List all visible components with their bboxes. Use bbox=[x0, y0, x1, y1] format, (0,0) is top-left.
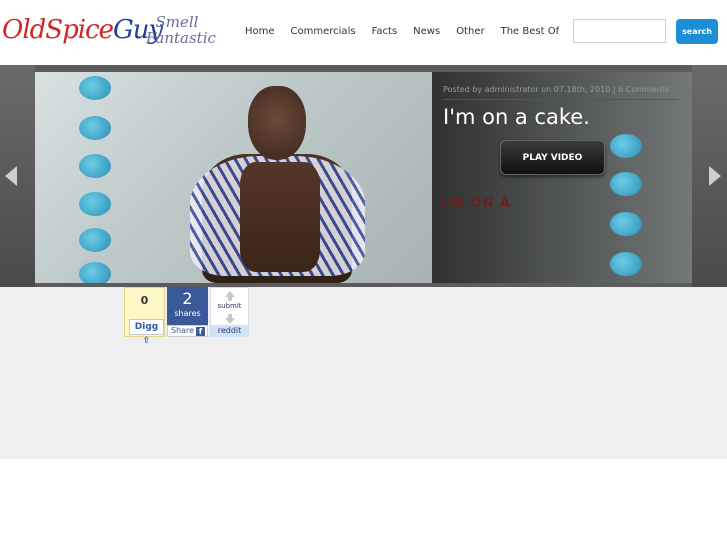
slide: Posted by administrator on 07.18th, 2010… bbox=[35, 72, 692, 283]
nav-home[interactable]: Home bbox=[237, 24, 283, 40]
site-header: OldSpiceGuy Smell Fantastic Home Commerc… bbox=[0, 0, 727, 65]
slide-title[interactable]: I'm on a cake. bbox=[443, 104, 590, 130]
nav-commercials[interactable]: Commercials bbox=[283, 24, 364, 40]
reddit-submit[interactable]: submit bbox=[211, 302, 248, 310]
content-area: 0 Digg ⇧ 2 shares Share f submit reddit bbox=[0, 287, 727, 459]
nav-other[interactable]: Other bbox=[448, 24, 492, 40]
featured-slider: Posted by administrator on 07.18th, 2010… bbox=[0, 65, 727, 287]
slide-photo[interactable] bbox=[35, 72, 432, 283]
search-input[interactable] bbox=[573, 19, 666, 43]
facebook-share-button[interactable]: Share f bbox=[167, 325, 208, 337]
nav-best-of[interactable]: The Best Of bbox=[493, 24, 568, 40]
digg-button[interactable]: Digg ⇧ bbox=[129, 319, 164, 346]
next-arrow-icon[interactable] bbox=[709, 166, 721, 186]
prev-arrow-icon[interactable] bbox=[5, 166, 17, 186]
site-tagline: Smell Fantastic bbox=[146, 13, 216, 47]
slide-caption: Posted by administrator on 07.18th, 2010… bbox=[432, 72, 692, 283]
cake-frosting-right bbox=[610, 72, 644, 283]
nav-news[interactable]: News bbox=[405, 24, 448, 40]
digg-widget[interactable]: 0 Digg ⇧ bbox=[124, 287, 165, 346]
reddit-widget[interactable]: submit reddit bbox=[210, 287, 249, 337]
cake-lettering: I'M ON A bbox=[440, 196, 511, 211]
main-nav: Home Commercials Facts News Other The Be… bbox=[237, 24, 567, 40]
digg-count: 0 bbox=[140, 294, 149, 307]
facebook-share-widget[interactable]: 2 shares Share f bbox=[167, 287, 208, 337]
search-button[interactable]: search bbox=[676, 19, 718, 44]
cake-frosting-left bbox=[79, 72, 113, 283]
nav-facts[interactable]: Facts bbox=[364, 24, 406, 40]
play-video-button[interactable]: PLAY VIDEO bbox=[500, 140, 605, 175]
site-logo[interactable]: OldSpiceGuy bbox=[2, 10, 163, 50]
downvote-icon[interactable] bbox=[225, 318, 235, 324]
facebook-share-count: 2 shares bbox=[167, 287, 208, 325]
reddit-label: reddit bbox=[211, 325, 248, 337]
facebook-icon: f bbox=[196, 327, 205, 336]
man-figure bbox=[170, 72, 390, 283]
